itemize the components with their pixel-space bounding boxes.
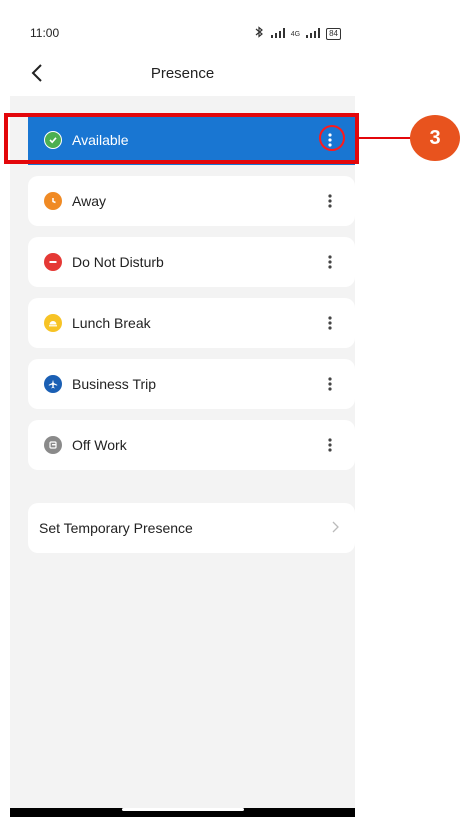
- presence-item-lunch-break[interactable]: Lunch Break: [28, 298, 355, 348]
- presence-label: Business Trip: [72, 376, 157, 392]
- status-time: 11:00: [30, 26, 60, 40]
- annotation-connector-line: [359, 137, 411, 139]
- more-options-icon[interactable]: [319, 250, 341, 274]
- presence-item-do-not-disturb[interactable]: Do Not Disturb: [28, 237, 355, 287]
- status-icons: 4G 84: [253, 25, 341, 43]
- minus-circle-icon: [44, 253, 62, 271]
- presence-list: Available Away Do Not Disturb Lunch Brea…: [28, 115, 355, 481]
- set-temporary-presence-row[interactable]: Set Temporary Presence: [28, 503, 355, 553]
- signal-icon: [270, 25, 285, 43]
- presence-label: Away: [72, 193, 106, 209]
- battery-icon: 84: [326, 28, 341, 40]
- signal-4g-icon: 4G: [290, 30, 301, 38]
- clock-icon: [44, 192, 62, 210]
- header-bar: Presence: [10, 52, 355, 96]
- more-options-icon[interactable]: [319, 189, 341, 213]
- bluetooth-icon: [253, 25, 265, 43]
- presence-label: Off Work: [72, 437, 127, 453]
- page-title: Presence: [150, 65, 215, 82]
- presence-label: Lunch Break: [72, 315, 151, 331]
- food-icon: [44, 314, 62, 332]
- off-work-icon: [44, 436, 62, 454]
- more-options-icon[interactable]: [319, 433, 341, 457]
- more-options-icon[interactable]: [319, 311, 341, 335]
- status-bar: 11:00 4G 84: [10, 0, 355, 58]
- temporary-presence-label: Set Temporary Presence: [39, 520, 193, 536]
- plane-icon: [44, 375, 62, 393]
- presence-item-off-work[interactable]: Off Work: [28, 420, 355, 470]
- home-indicator[interactable]: [122, 808, 244, 811]
- presence-item-away[interactable]: Away: [28, 176, 355, 226]
- signal-icon: [306, 25, 321, 43]
- gesture-bar: [10, 808, 355, 817]
- presence-label: Do Not Disturb: [72, 254, 164, 270]
- annotation-step-marker: 3: [410, 115, 460, 161]
- more-options-icon[interactable]: [319, 372, 341, 396]
- presence-item-business-trip[interactable]: Business Trip: [28, 359, 355, 409]
- annotation-highlight-box: [4, 113, 359, 164]
- chevron-right-icon: [332, 520, 339, 538]
